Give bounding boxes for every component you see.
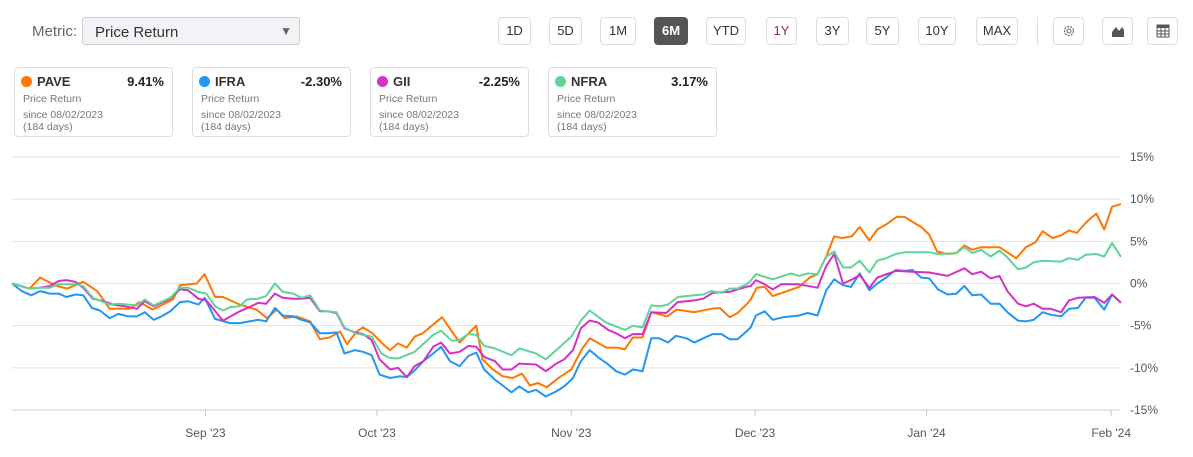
range-ytd-button[interactable]: YTD [706,17,746,45]
y-tick-label: -10% [1130,361,1158,375]
y-tick-label: -15% [1130,403,1158,417]
ticker-label: NFRA [571,74,608,89]
metric-name: Price Return [557,93,616,105]
legend-card-nfra[interactable]: NFRA 3.17% Price Return since 08/02/2023… [548,67,717,137]
since-date: since 08/02/2023 [379,109,459,121]
metric-label: Metric: [32,23,77,40]
range-10y-button[interactable]: 10Y [918,17,956,45]
since-date: since 08/02/2023 [557,109,637,121]
x-tick-label: Jan '24 [907,426,946,440]
y-tick-label: 5% [1130,234,1148,248]
since-date: since 08/02/2023 [201,109,281,121]
gear-icon [1063,25,1074,37]
return-value: 9.41% [127,74,164,89]
y-tick-label: 15% [1130,150,1154,164]
y-tick-label: 0% [1130,277,1148,291]
metric-name: Price Return [23,93,82,105]
range-1y-button[interactable]: 1Y [766,17,797,45]
range-6m-button[interactable]: 6M [654,17,688,45]
ticker-label: PAVE [37,74,71,89]
x-tick-label: Feb '24 [1091,426,1131,440]
range-5y-button[interactable]: 5Y [866,17,899,45]
metric-name: Price Return [201,93,260,105]
settings-button[interactable] [1053,17,1084,45]
days-count: (184 days) [23,121,73,133]
chevron-down-icon: ▼ [280,24,292,38]
days-count: (184 days) [557,121,607,133]
range-max-button[interactable]: MAX [976,17,1018,45]
table-icon [1156,24,1169,38]
toolbar-divider [1037,17,1038,45]
range-1m-button[interactable]: 1M [600,17,636,45]
performance-chart-widget: Metric: Price Return ▼ 1D 5D 1M 6M YTD 1… [0,0,1193,457]
return-value: -2.30% [300,74,342,89]
series-line-gii [11,253,1122,379]
series-color-dot [199,76,210,87]
days-count: (184 days) [201,121,251,133]
metric-name: Price Return [379,93,438,105]
series-line-nfra [11,242,1122,361]
legend-card-gii[interactable]: GII -2.25% Price Return since 08/02/2023… [370,67,529,137]
ticker-label: IFRA [215,74,246,89]
range-5d-button[interactable]: 5D [549,17,582,45]
series-color-dot [377,76,388,87]
chart-type-icon [1111,27,1124,37]
chart-type-button[interactable] [1102,17,1133,45]
range-3y-button[interactable]: 3Y [816,17,849,45]
y-tick-label: -5% [1130,319,1152,333]
return-value: -2.25% [478,74,520,89]
series-color-dot [555,76,566,87]
series-line-pave [11,203,1122,389]
series-line-ifra [11,269,1122,398]
x-tick-label: Dec '23 [735,426,776,440]
table-view-button[interactable] [1147,17,1178,45]
legend-card-ifra[interactable]: IFRA -2.30% Price Return since 08/02/202… [192,67,351,137]
ticker-label: GII [393,74,411,89]
since-date: since 08/02/2023 [23,109,103,121]
return-value: 3.17% [671,74,708,89]
x-tick-label: Sep '23 [185,426,226,440]
legend-card-pave[interactable]: PAVE 9.41% Price Return since 08/02/2023… [14,67,173,137]
series-color-dot [21,76,32,87]
x-tick-label: Nov '23 [551,426,592,440]
days-count: (184 days) [379,121,429,133]
metric-select[interactable]: Price Return ▼ [82,17,300,45]
metric-select-value: Price Return [95,24,179,41]
range-1d-button[interactable]: 1D [498,17,531,45]
y-tick-label: 10% [1130,192,1154,206]
x-tick-label: Oct '23 [358,426,396,440]
